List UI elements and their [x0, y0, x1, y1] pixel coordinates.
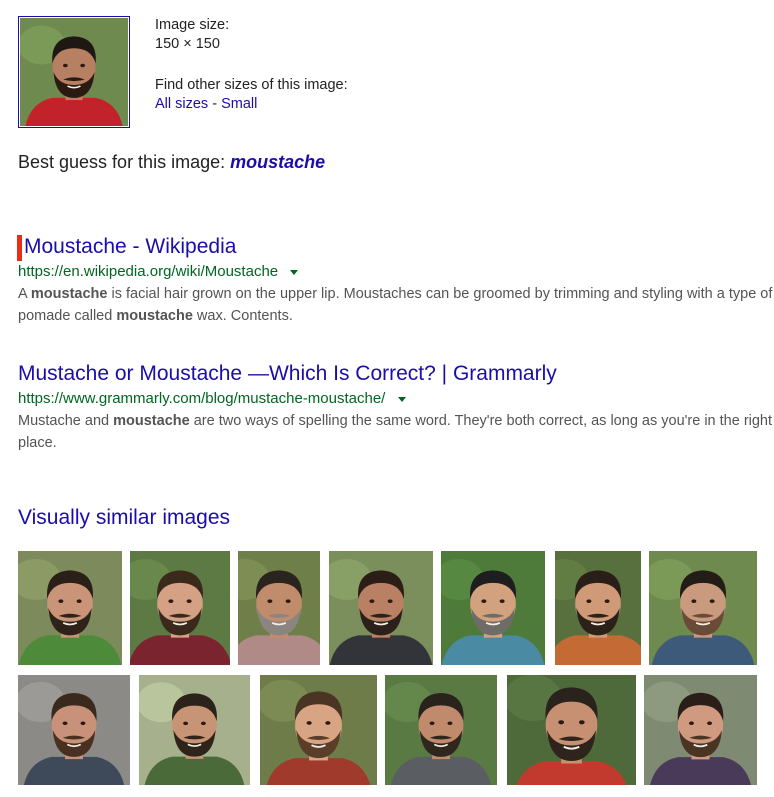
find-sizes-label: Find other sizes of this image:	[155, 77, 348, 93]
similar-image	[644, 675, 757, 785]
query-image	[20, 18, 128, 126]
similar-image	[649, 551, 757, 665]
similar-image-thumbnail[interactable]	[441, 551, 545, 665]
similar-image-thumbnail[interactable]	[238, 551, 320, 665]
similar-image	[441, 551, 545, 665]
similar-image	[18, 675, 130, 785]
snippet-bold-term: moustache	[30, 286, 108, 302]
similar-image	[18, 551, 122, 665]
result-url: https://www.grammarly.com/blog/mustache-…	[18, 389, 774, 409]
all-sizes-link[interactable]: All sizes	[155, 96, 208, 112]
result-title-link[interactable]: Moustache - Wikipedia	[18, 234, 236, 260]
similar-image-thumbnail[interactable]	[18, 551, 122, 665]
result-snippet: Mustache and moustache are two ways of s…	[18, 410, 774, 454]
snippet-text: Mustache and	[18, 413, 114, 429]
image-info: Image size: 150 × 150 Find other sizes o…	[155, 16, 348, 114]
snippet-text: wax. Contents.	[192, 308, 293, 324]
similar-image-thumbnail[interactable]	[329, 551, 433, 665]
similar-image	[555, 551, 641, 665]
similar-image-thumbnail[interactable]	[130, 551, 230, 665]
search-result: Mustache or Moustache —Which Is Correct?…	[18, 361, 774, 454]
snippet-bold-term: moustache	[113, 413, 190, 429]
similar-image	[238, 551, 320, 665]
similar-image-thumbnail[interactable]	[644, 675, 757, 785]
similar-image-thumbnail[interactable]	[139, 675, 250, 785]
similar-image	[130, 551, 230, 665]
snippet-bold-term: moustache	[116, 308, 193, 324]
similar-image-thumbnail[interactable]	[649, 551, 757, 665]
best-guess-term-link[interactable]: moustache	[230, 152, 325, 172]
similar-image	[507, 675, 636, 785]
result-url: https://en.wikipedia.org/wiki/Moustache	[18, 262, 774, 282]
image-size-value: 150 × 150	[155, 36, 220, 52]
result-url-text: https://en.wikipedia.org/wiki/Moustache	[18, 263, 279, 280]
result-title-link[interactable]: Mustache or Moustache —Which Is Correct?…	[18, 361, 557, 387]
image-size-label: Image size:	[155, 17, 230, 33]
similar-image-thumbnail[interactable]	[18, 675, 130, 785]
similar-image	[139, 675, 250, 785]
result-url-text: https://www.grammarly.com/blog/mustache-…	[18, 390, 386, 407]
similar-image	[385, 675, 497, 785]
result-highlight-marker	[17, 235, 22, 261]
snippet-text: A	[18, 286, 31, 302]
best-guess: Best guess for this image: moustache	[18, 152, 325, 173]
similar-image-thumbnail[interactable]	[555, 551, 641, 665]
similar-image	[329, 551, 433, 665]
best-guess-label: Best guess for this image:	[18, 152, 226, 172]
similar-image	[260, 675, 377, 785]
similar-image-thumbnail[interactable]	[507, 675, 636, 785]
url-options-caret-icon[interactable]	[397, 396, 406, 402]
search-result: Moustache - Wikipedia https://en.wikiped…	[17, 234, 774, 327]
size-separator: -	[212, 96, 218, 112]
query-image-thumbnail[interactable]	[18, 16, 130, 128]
similar-image-thumbnail[interactable]	[260, 675, 377, 785]
result-snippet: A moustache is facial hair grown on the …	[18, 283, 774, 327]
visually-similar-images-heading[interactable]: Visually similar images	[18, 506, 230, 530]
url-options-caret-icon[interactable]	[290, 269, 299, 275]
similar-image-thumbnail[interactable]	[385, 675, 497, 785]
small-size-link[interactable]: Small	[221, 96, 257, 112]
